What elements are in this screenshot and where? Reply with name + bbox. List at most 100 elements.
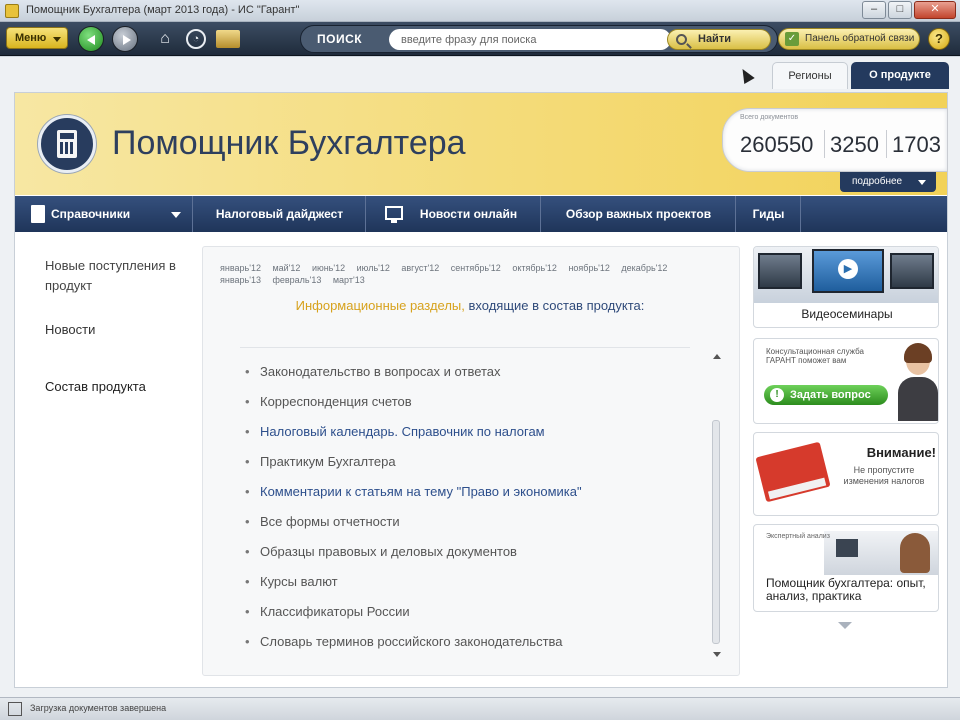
- office-image: [824, 531, 938, 575]
- version-links-row: январь'13 февраль'13 март'13: [220, 274, 720, 286]
- nav-reference-label: Справочники: [51, 207, 131, 221]
- version-link[interactable]: май'12: [272, 263, 300, 273]
- version-links: январь'12 май'12 июнь'12 июль'12 август'…: [220, 262, 720, 286]
- info-icon: !: [770, 388, 784, 402]
- sidebar-item-composition[interactable]: Состав продукта: [31, 358, 201, 416]
- search-bar: ПОИСК Найти: [300, 25, 778, 53]
- list-item[interactable]: Корреспонденция счетов: [245, 394, 412, 409]
- close-button[interactable]: ✕: [914, 1, 956, 19]
- version-link[interactable]: август'12: [401, 263, 439, 273]
- back-button[interactable]: [78, 26, 104, 52]
- scroll-down-icon[interactable]: [713, 652, 721, 657]
- consultation-text: Консультационная служба ГАРАНТ поможет в…: [766, 347, 864, 365]
- tab-regions[interactable]: Регионы: [772, 62, 848, 89]
- arrow-left-icon: [87, 35, 95, 45]
- list-item[interactable]: Все формы отчетности: [245, 514, 400, 529]
- counter-divider: [886, 130, 887, 158]
- version-link[interactable]: июль'12: [357, 263, 390, 273]
- minimize-button[interactable]: –: [862, 1, 886, 19]
- nav-news-online-label: Новости онлайн: [419, 207, 518, 221]
- list-item[interactable]: Практикум Бухгалтера: [245, 454, 396, 469]
- scroll-up-icon[interactable]: [713, 354, 721, 359]
- nav-review-projects[interactable]: Обзор важных проектов: [542, 196, 736, 232]
- version-link[interactable]: январь'12: [220, 263, 261, 273]
- nav-guides[interactable]: Гиды: [737, 196, 801, 232]
- monitor-icon: [385, 206, 403, 223]
- version-link[interactable]: декабрь'12: [621, 263, 667, 273]
- calculator-icon: [38, 115, 96, 173]
- more-button-label: подробнее: [852, 176, 903, 187]
- nav-reference[interactable]: Справочники: [15, 196, 193, 232]
- version-link[interactable]: март'13: [333, 275, 365, 285]
- nav-news-online[interactable]: Новости онлайн: [367, 196, 541, 232]
- counter-caption: Всего документов: [740, 114, 799, 121]
- section-heading: Информационные разделы, входящие в соста…: [240, 296, 700, 316]
- list-item[interactable]: Комментарии к статьям на тему "Право и э…: [245, 484, 582, 499]
- video-seminar-image: ▶: [754, 247, 938, 303]
- list-scrollbar[interactable]: [710, 350, 724, 662]
- promo-video-seminars[interactable]: ▶ Видеосеминары: [753, 246, 939, 328]
- attention-text: Не пропустите изменения налогов: [843, 465, 925, 486]
- more-button[interactable]: подробнее: [840, 172, 936, 192]
- sidebar-item-news[interactable]: Новости: [31, 322, 201, 337]
- document-icon: [8, 702, 22, 716]
- operator-image: [894, 341, 938, 423]
- version-link[interactable]: январь'13: [220, 275, 261, 285]
- app-icon: [5, 4, 19, 18]
- list-item[interactable]: Классификаторы России: [245, 604, 410, 619]
- home-icon[interactable]: ⌂: [154, 28, 176, 50]
- search-icon: [676, 34, 687, 45]
- help-button[interactable]: ?: [928, 28, 950, 50]
- version-link[interactable]: июнь'12: [312, 263, 345, 273]
- attention-title: Внимание!: [866, 445, 936, 460]
- maximize-button[interactable]: □: [888, 1, 912, 19]
- promo-accountant-journal[interactable]: Экспертный анализ Помощник бухгалтера: о…: [753, 524, 939, 612]
- list-item[interactable]: Курсы валют: [245, 574, 338, 589]
- version-link[interactable]: октябрь'12: [512, 263, 557, 273]
- scroll-down-icon[interactable]: [838, 622, 852, 629]
- section-heading-rest: входящие в состав продукта:: [468, 298, 645, 313]
- feedback-button[interactable]: ✓ Панель обратной связи: [778, 28, 920, 50]
- ask-question-button[interactable]: ! Задать вопрос: [764, 385, 888, 405]
- version-link[interactable]: сентябрь'12: [451, 263, 501, 273]
- promo-small-text: Экспертный анализ: [766, 533, 830, 540]
- book-icon: [31, 205, 45, 223]
- forward-button[interactable]: [112, 26, 138, 52]
- divider: [240, 347, 690, 348]
- tab-about-product[interactable]: О продукте: [851, 62, 949, 89]
- list-item[interactable]: Словарь терминов российского законодател…: [245, 634, 563, 649]
- counter-third: 1703: [892, 132, 941, 157]
- version-link[interactable]: ноябрь'12: [568, 263, 609, 273]
- promo-video-label: Видеосеминары: [801, 307, 893, 321]
- search-input[interactable]: [389, 29, 671, 50]
- list-item[interactable]: Образцы правовых и деловых документов: [245, 544, 517, 559]
- promo-attention[interactable]: Внимание! Не пропустите изменения налого…: [753, 432, 939, 516]
- arrow-right-icon: [123, 35, 131, 45]
- counter-total: 260550: [740, 132, 814, 157]
- promo-caption: Помощник бухгалтера: опыт, анализ, практ…: [766, 576, 926, 603]
- sidebar: [31, 246, 201, 676]
- chevron-down-icon: [171, 212, 181, 218]
- menu-button[interactable]: Меню: [6, 27, 68, 49]
- history-icon[interactable]: ◔: [186, 29, 206, 49]
- status-bar: Загрузка документов завершена: [0, 697, 960, 720]
- main-toolbar: Меню ⌂ ◔ ПОИСК Найти ✓ Панель обратной с…: [0, 22, 960, 56]
- list-item[interactable]: Законодательство в вопросах и ответах: [245, 364, 501, 379]
- version-links-row: январь'12 май'12 июнь'12 июль'12 август'…: [220, 262, 720, 274]
- notebook-image: [755, 441, 831, 503]
- nav-tax-digest[interactable]: Налоговый дайджест: [194, 196, 366, 232]
- list-item[interactable]: Налоговый календарь. Справочник по налог…: [245, 424, 545, 439]
- search-label: ПОИСК: [317, 32, 363, 46]
- scroll-thumb[interactable]: [712, 420, 720, 644]
- product-title: Помощник Бухгалтера: [112, 124, 466, 162]
- chevron-down-icon: [53, 37, 61, 42]
- counter-second: 3250: [830, 132, 879, 157]
- sidebar-item-new-arrivals[interactable]: Новые поступления в продукт: [31, 256, 201, 304]
- version-link[interactable]: февраль'13: [272, 275, 321, 285]
- bookmarks-icon[interactable]: [216, 30, 240, 48]
- section-heading-accent: Информационные разделы,: [295, 298, 465, 313]
- find-button[interactable]: Найти: [667, 29, 771, 50]
- window-titlebar: Помощник Бухгалтера (март 2013 года) - И…: [0, 0, 960, 22]
- feedback-button-label: Панель обратной связи: [805, 33, 915, 44]
- video-camera-icon: ▶: [838, 259, 858, 279]
